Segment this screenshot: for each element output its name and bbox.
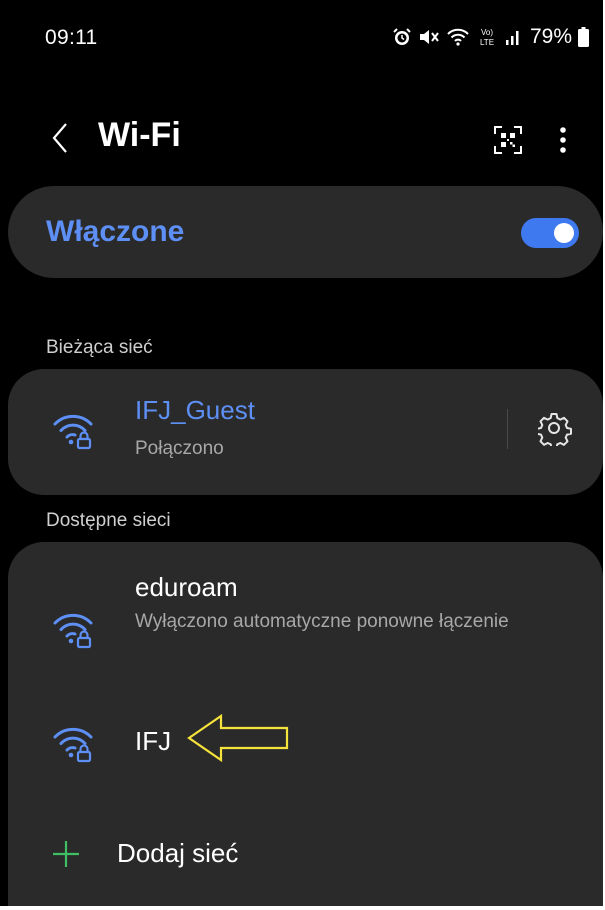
network-row-ifj[interactable]: IFJ <box>8 702 603 782</box>
wifi-toggle-card[interactable]: Włączone <box>8 186 603 278</box>
gear-icon <box>538 413 572 446</box>
battery-icon <box>578 27 589 47</box>
current-network-name: IFJ_Guest <box>135 395 255 425</box>
available-networks-heading: Dostępne sieci <box>46 510 171 531</box>
wifi-locked-icon <box>53 414 93 450</box>
page-title: Wi-Fi <box>98 116 181 154</box>
phone-screen: 09:11 Vo) LTE 79% Wi-Fi Włączone Bieżąca… <box>0 0 603 906</box>
svg-text:Vo): Vo) <box>481 28 493 37</box>
available-networks-card: eduroam Wyłączono automatyczne ponowne ł… <box>8 542 603 906</box>
current-network-card: IFJ_Guest Połączono <box>8 369 603 495</box>
wifi-status-icon <box>447 28 469 46</box>
row-divider <box>507 409 508 449</box>
svg-text:LTE: LTE <box>480 38 494 47</box>
wifi-locked-icon <box>53 727 93 763</box>
status-time: 09:11 <box>45 26 98 49</box>
volte-icon: Vo) LTE <box>480 28 494 47</box>
current-network-row[interactable]: IFJ_Guest Połączono <box>8 369 603 495</box>
add-network-row[interactable]: Dodaj sieć <box>8 810 603 900</box>
more-options-icon <box>560 127 566 153</box>
back-button[interactable] <box>40 112 80 164</box>
add-network-label: Dodaj sieć <box>117 838 239 868</box>
battery-percentage: 79% <box>529 25 572 48</box>
mute-icon <box>419 30 439 44</box>
current-network-status: Połączono <box>135 438 224 459</box>
switch-knob <box>554 223 574 243</box>
network-settings-button[interactable] <box>535 409 575 449</box>
plus-icon <box>53 841 79 867</box>
current-network-heading: Bieżąca sieć <box>46 337 153 358</box>
wifi-toggle-label: Włączone <box>46 215 185 248</box>
more-options-button[interactable] <box>548 118 578 162</box>
status-bar: 09:11 Vo) LTE 79% <box>0 0 603 76</box>
network-row-eduroam[interactable]: eduroam Wyłączono automatyczne ponowne ł… <box>8 568 603 678</box>
signal-icon <box>505 31 519 45</box>
network-name-ifj: IFJ <box>135 726 172 756</box>
alarm-icon <box>393 28 411 45</box>
wifi-locked-icon <box>53 613 93 649</box>
wifi-toggle-switch[interactable] <box>521 218 579 248</box>
status-icons: Vo) LTE 79% <box>392 22 589 52</box>
app-bar: Wi-Fi <box>0 108 603 168</box>
annotation-arrow-icon <box>187 713 289 763</box>
qr-scan-icon <box>494 126 522 154</box>
back-icon <box>52 123 67 153</box>
qr-scan-button[interactable] <box>486 118 530 162</box>
network-status-eduroam: Wyłączono automatyczne ponowne łączenie <box>135 611 509 632</box>
network-name-eduroam: eduroam <box>135 572 238 602</box>
